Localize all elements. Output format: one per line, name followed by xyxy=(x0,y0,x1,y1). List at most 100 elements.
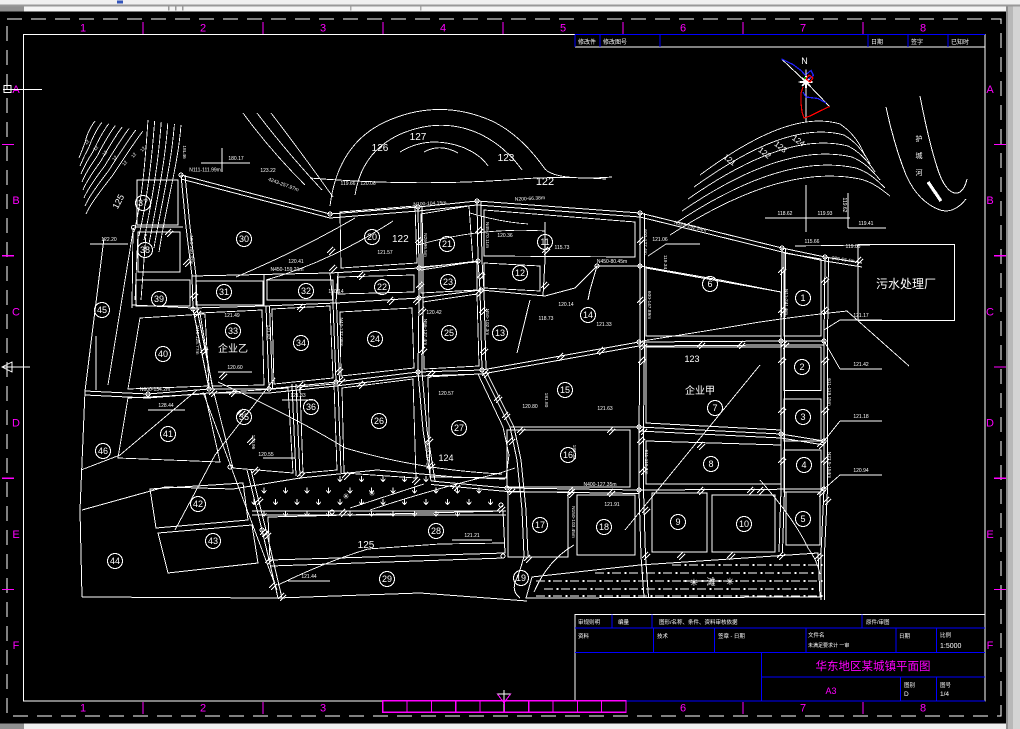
svg-text:19: 19 xyxy=(516,573,526,583)
svg-text:120.96: 120.96 xyxy=(250,435,256,450)
svg-text:8: 8 xyxy=(708,459,713,469)
svg-text:182.33: 182.33 xyxy=(571,445,577,460)
svg-text:N600-134.2m: N600-134.2m xyxy=(140,387,170,393)
svg-text:N27.5-154m: N27.5-154m xyxy=(826,452,832,478)
svg-text:120.14: 120.14 xyxy=(558,302,574,308)
svg-text:N11-241.6m: N11-241.6m xyxy=(783,289,789,315)
svg-text:7: 7 xyxy=(712,403,717,413)
svg-text:127: 127 xyxy=(410,132,427,143)
svg-text:✳: ✳ xyxy=(343,492,350,501)
svg-text:119.93: 119.93 xyxy=(818,211,833,217)
svg-text:6: 6 xyxy=(680,703,686,715)
svg-text:技术: 技术 xyxy=(657,632,669,640)
svg-text:38: 38 xyxy=(140,245,150,255)
svg-text:32: 32 xyxy=(301,286,311,296)
svg-text:日期: 日期 xyxy=(871,38,883,46)
svg-text:121.44: 121.44 xyxy=(301,574,317,580)
svg-text:123: 123 xyxy=(684,354,699,364)
svg-text:C: C xyxy=(12,306,20,318)
svg-text:21: 21 xyxy=(442,239,452,249)
svg-text:7: 7 xyxy=(800,23,806,35)
svg-text:N50-150.32m: N50-150.32m xyxy=(188,235,194,264)
svg-text:日期: 日期 xyxy=(899,633,911,640)
svg-text:B: B xyxy=(986,195,993,207)
svg-text:18L46: 18L46 xyxy=(181,145,187,159)
svg-text:45: 45 xyxy=(97,305,107,315)
svg-text:企业甲: 企业甲 xyxy=(685,384,715,397)
svg-text:33: 33 xyxy=(228,326,238,336)
svg-text:3: 3 xyxy=(320,23,326,35)
svg-text:121.87: 121.87 xyxy=(265,325,271,340)
svg-text:26: 26 xyxy=(374,416,384,426)
svg-text:N450-80.45m: N450-80.45m xyxy=(597,259,627,265)
svg-text:8: 8 xyxy=(920,703,926,715)
svg-text:N150-103.45m: N150-103.45m xyxy=(570,506,576,538)
svg-text:3: 3 xyxy=(800,412,805,422)
svg-text:126: 126 xyxy=(372,143,389,154)
svg-text:8: 8 xyxy=(920,23,926,35)
svg-text:18: 18 xyxy=(599,522,609,532)
svg-text:28: 28 xyxy=(431,526,441,536)
svg-text:D: D xyxy=(904,691,909,698)
svg-text:115.73: 115.73 xyxy=(555,245,570,251)
svg-text:121.18: 121.18 xyxy=(853,414,869,420)
svg-text:1/4: 1/4 xyxy=(940,691,949,698)
svg-text:1: 1 xyxy=(80,703,86,715)
svg-text:N56-137.4m: N56-137.4m xyxy=(422,319,428,345)
svg-text:签字: 签字 xyxy=(911,38,923,46)
svg-text:B: B xyxy=(12,195,19,207)
svg-text:N450-159.21m: N450-159.21m xyxy=(270,267,303,273)
svg-text:125: 125 xyxy=(358,540,375,551)
svg-text:✳: ✳ xyxy=(369,489,376,498)
svg-text:2: 2 xyxy=(200,703,206,715)
svg-text:23: 23 xyxy=(443,277,453,287)
svg-text:N111-111.99m: N111-111.99m xyxy=(189,168,221,174)
svg-text:编量: 编量 xyxy=(618,618,630,626)
svg-text:图别: 图别 xyxy=(904,681,915,689)
svg-text:图号: 图号 xyxy=(940,681,952,689)
svg-text:滩: 滩 xyxy=(706,576,715,587)
svg-text:42: 42 xyxy=(193,499,203,509)
svg-text:121.91: 121.91 xyxy=(604,502,620,508)
svg-text:护: 护 xyxy=(916,134,923,143)
svg-text:31: 31 xyxy=(219,287,229,297)
svg-text:F: F xyxy=(987,640,994,652)
svg-text:120.55: 120.55 xyxy=(258,452,274,458)
svg-text:2: 2 xyxy=(200,23,206,35)
svg-text:C: C xyxy=(986,306,994,318)
svg-text:611-119.2m: 611-119.2m xyxy=(643,450,649,475)
svg-text:124: 124 xyxy=(438,453,453,463)
svg-text:✳: ✳ xyxy=(690,578,698,589)
svg-text:3: 3 xyxy=(320,703,326,715)
svg-text:600-147.89m: 600-147.89m xyxy=(646,291,652,319)
svg-text:43: 43 xyxy=(208,536,218,546)
svg-text:原件/审图: 原件/审图 xyxy=(866,618,890,626)
svg-text:比例: 比例 xyxy=(940,631,952,639)
svg-text:7: 7 xyxy=(800,703,806,715)
svg-text:1: 1 xyxy=(80,23,86,35)
svg-text:119.41: 119.41 xyxy=(859,221,874,227)
svg-text:120.94: 120.94 xyxy=(853,468,869,474)
svg-text:44: 44 xyxy=(110,556,120,566)
svg-text:F: F xyxy=(13,640,20,652)
svg-text:119.34: 119.34 xyxy=(662,255,668,270)
svg-text:N40-137.08m: N40-137.08m xyxy=(338,317,344,346)
svg-text:120.42: 120.42 xyxy=(426,310,442,316)
svg-text:36: 36 xyxy=(306,402,316,412)
svg-text:11: 11 xyxy=(540,237,549,247)
svg-text:修改件: 修改件 xyxy=(578,38,596,46)
svg-text:122: 122 xyxy=(392,234,409,245)
svg-text:120.57: 120.57 xyxy=(438,391,454,397)
svg-text:123.22: 123.22 xyxy=(260,168,276,174)
svg-text:123: 123 xyxy=(498,153,515,164)
svg-text:35: 35 xyxy=(239,412,249,422)
svg-text:120.36: 120.36 xyxy=(497,233,513,239)
svg-text:121.17: 121.17 xyxy=(853,313,869,319)
svg-text:D: D xyxy=(986,418,994,430)
svg-text:华东地区某城镇平面图: 华东地区某城镇平面图 xyxy=(816,659,931,673)
svg-text:46: 46 xyxy=(98,446,108,456)
svg-text:✳: ✳ xyxy=(726,577,734,588)
svg-text:污水处理厂: 污水处理厂 xyxy=(876,277,936,291)
svg-text:22: 22 xyxy=(377,282,387,292)
svg-text:1: 1 xyxy=(800,293,805,303)
